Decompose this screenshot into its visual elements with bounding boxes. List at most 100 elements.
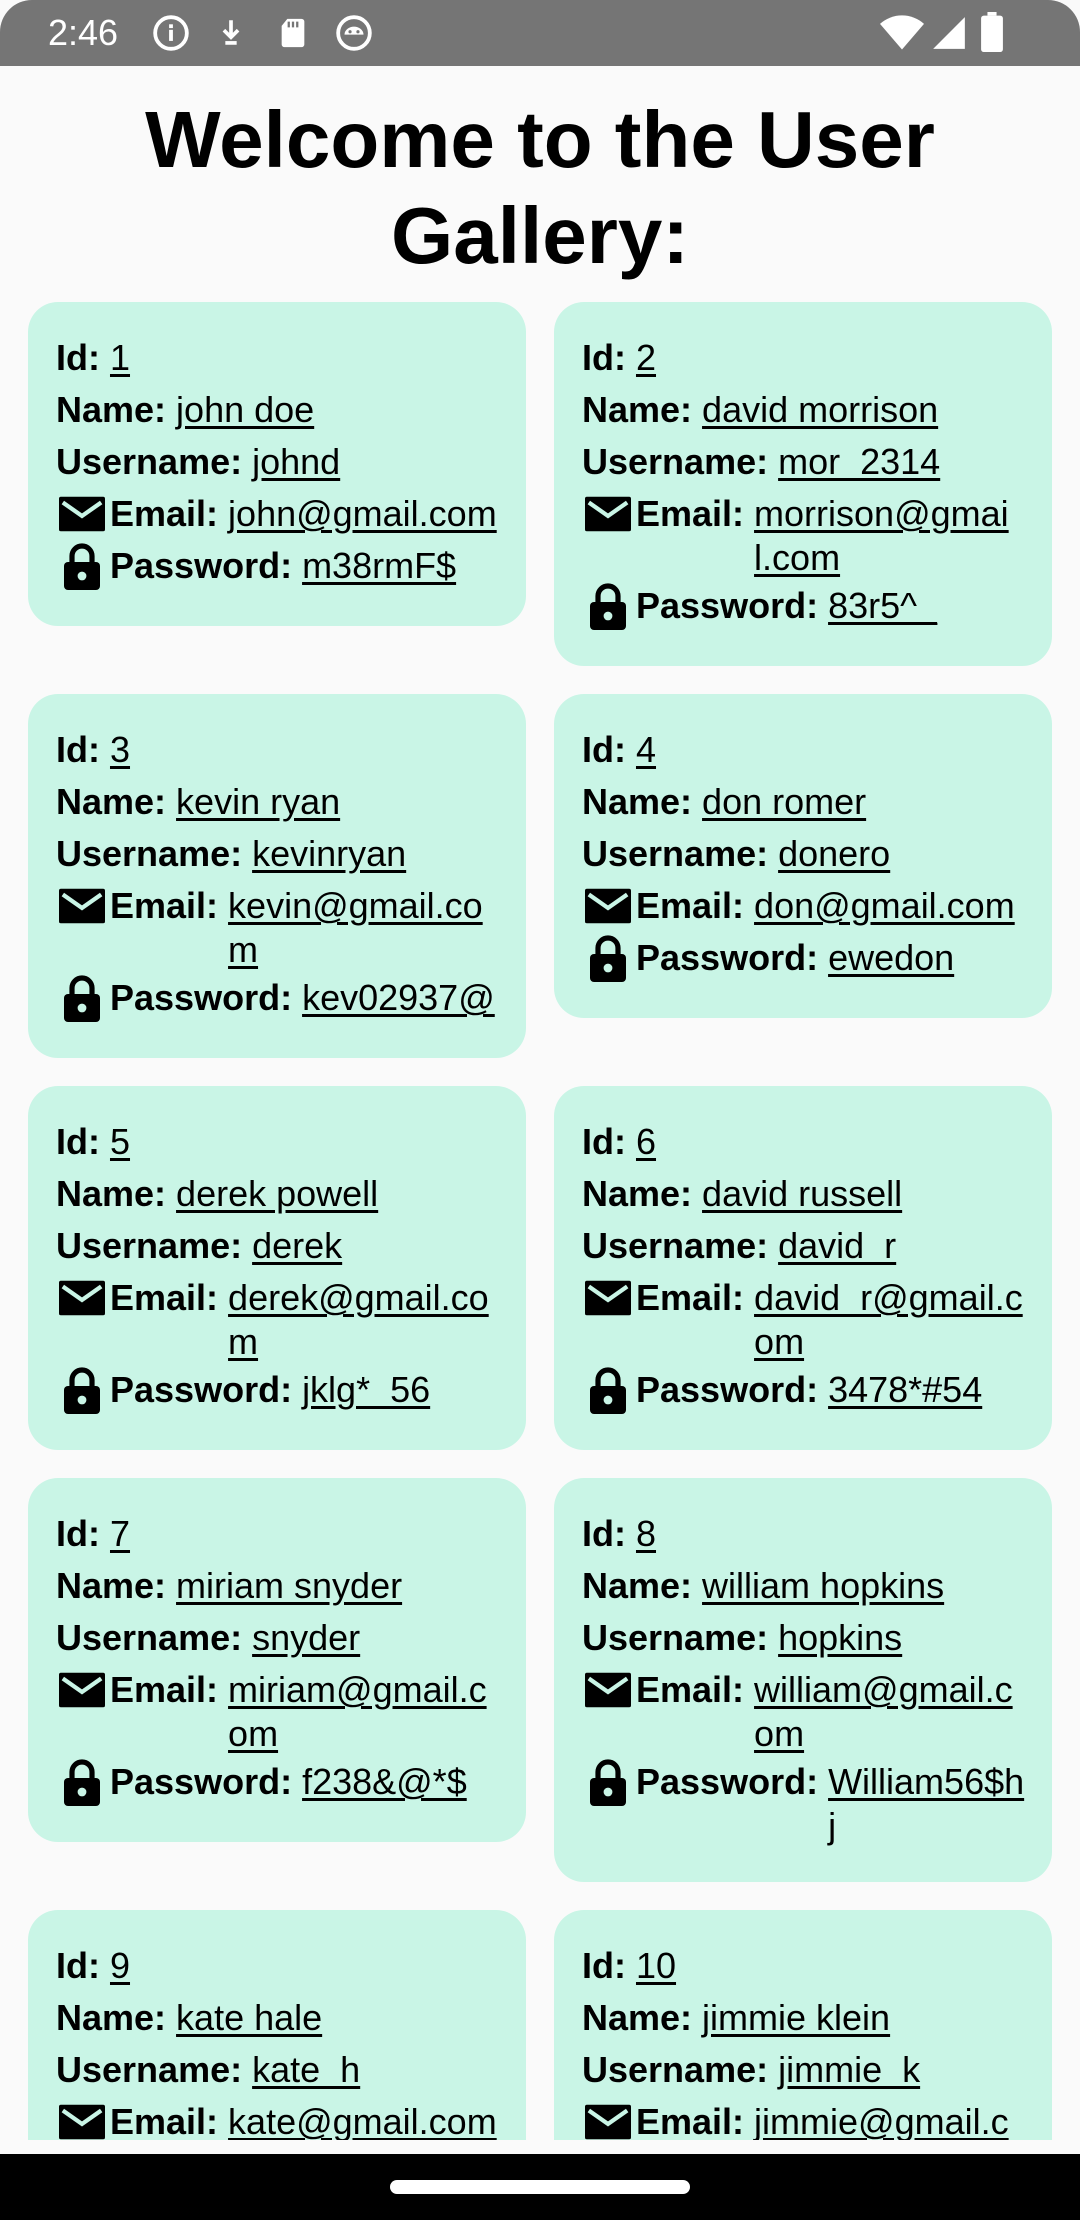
user-name-value[interactable]: david morrison: [702, 384, 938, 436]
user-id-row: Id: 8: [582, 1508, 1026, 1560]
user-password-label: Password:: [636, 937, 819, 978]
user-password-value[interactable]: kev02937@: [302, 972, 495, 1020]
user-id-value[interactable]: 6: [636, 1116, 656, 1168]
lock-icon: [56, 540, 108, 592]
user-username-value[interactable]: derek: [252, 1220, 342, 1272]
user-id-value[interactable]: 10: [636, 1940, 676, 1992]
user-name-value[interactable]: don romer: [702, 776, 866, 828]
user-email-value[interactable]: morrison@gmail.com: [754, 488, 1026, 580]
user-username-value[interactable]: jimmie_k: [778, 2044, 920, 2096]
email-icon: [582, 1664, 634, 1716]
user-name-value[interactable]: john doe: [176, 384, 314, 436]
user-password-value[interactable]: f238&@*$: [302, 1756, 467, 1804]
gallery-screen[interactable]: Welcome to the User Gallery: Id: 1 Name: jo…: [0, 66, 1080, 2140]
user-id-row: Id: 7: [56, 1508, 500, 1560]
user-name-value[interactable]: kevin ryan: [176, 776, 340, 828]
user-email-label: Email:: [636, 493, 745, 534]
user-name-value[interactable]: kate hale: [176, 1992, 322, 2044]
user-email-row: Email: william@gmail.com: [582, 1664, 1026, 1756]
user-email-value[interactable]: miriam@gmail.com: [228, 1664, 500, 1756]
user-password-row: Password: jklg*_56: [56, 1364, 500, 1416]
user-username-value[interactable]: mor_2314: [778, 436, 940, 488]
user-card: Id: 6 Name: david russell Username: david_r Em…: [554, 1086, 1052, 1450]
status-bar: 2:46: [0, 0, 1080, 66]
user-password-row: Password: ewedon: [582, 932, 1026, 984]
user-name-value[interactable]: william hopkins: [702, 1560, 944, 1612]
user-name-value[interactable]: jimmie klein: [702, 1992, 890, 2044]
user-password-value[interactable]: ewedon: [828, 932, 954, 980]
user-username-label: Username:: [582, 1617, 769, 1658]
user-id-value[interactable]: 4: [636, 724, 656, 776]
user-password-value[interactable]: 3478*#54: [828, 1364, 982, 1412]
user-email-value[interactable]: john@gmail.com: [228, 488, 497, 536]
user-username-value[interactable]: kevinryan: [252, 828, 406, 880]
user-password-value[interactable]: m38rmF$: [302, 540, 456, 588]
email-icon: [56, 488, 108, 540]
user-email-value[interactable]: derek@gmail.com: [228, 1272, 500, 1364]
user-username-row: Username: derek: [56, 1220, 500, 1272]
user-username-value[interactable]: snyder: [252, 1612, 360, 1664]
user-name-label: Name:: [56, 1565, 167, 1606]
user-username-value[interactable]: donero: [778, 828, 890, 880]
user-name-value[interactable]: miriam snyder: [176, 1560, 402, 1612]
user-name-label: Name:: [582, 1565, 693, 1606]
user-username-label: Username:: [582, 1225, 769, 1266]
user-email-value[interactable]: kevin@gmail.com: [228, 880, 500, 972]
user-password-value[interactable]: jklg*_56: [302, 1364, 430, 1412]
wifi-icon: [880, 14, 924, 56]
user-id-value[interactable]: 7: [110, 1508, 130, 1560]
user-email-row: Email: don@gmail.com: [582, 880, 1026, 932]
user-card: Id: 8 Name: william hopkins Username: hopkins…: [554, 1478, 1052, 1882]
user-username-value[interactable]: kate_h: [252, 2044, 360, 2096]
user-card: Id: 3 Name: kevin ryan Username: kevinryan Ema…: [28, 694, 526, 1058]
user-name-row: Name: miriam snyder: [56, 1560, 500, 1612]
user-password-value[interactable]: 83r5^_: [828, 580, 937, 628]
user-card: Id: 5 Name: derek powell Username: derek Email…: [28, 1086, 526, 1450]
user-email-value[interactable]: william@gmail.com: [754, 1664, 1026, 1756]
page-title: Welcome to the User Gallery:: [145, 95, 935, 280]
user-email-value[interactable]: don@gmail.com: [754, 880, 1015, 928]
user-password-row: Password: William56$hj: [582, 1756, 1026, 1848]
status-time: 2:46: [48, 12, 119, 53]
user-name-label: Name:: [56, 781, 167, 822]
user-name-label: Name:: [582, 389, 693, 430]
user-password-row: Password: kev02937@: [56, 972, 500, 1024]
user-email-label: Email:: [110, 1277, 219, 1318]
user-username-label: Username:: [56, 1225, 243, 1266]
user-id-label: Id:: [582, 1513, 626, 1554]
user-id-label: Id:: [56, 337, 100, 378]
home-handle[interactable]: [390, 2180, 690, 2194]
user-id-label: Id:: [582, 337, 626, 378]
user-email-label: Email:: [636, 1669, 745, 1710]
user-password-value[interactable]: William56$hj: [828, 1756, 1026, 1848]
user-email-value[interactable]: jimmie@gmail.com: [754, 2096, 1026, 2140]
user-id-value[interactable]: 1: [110, 332, 130, 384]
user-id-value[interactable]: 8: [636, 1508, 656, 1560]
user-email-value[interactable]: david_r@gmail.com: [754, 1272, 1026, 1364]
user-username-value[interactable]: hopkins: [778, 1612, 902, 1664]
user-name-value[interactable]: derek powell: [176, 1168, 378, 1220]
user-id-value[interactable]: 3: [110, 724, 130, 776]
user-email-label: Email:: [636, 1277, 745, 1318]
user-password-row: Password: m38rmF$: [56, 540, 500, 592]
user-username-value[interactable]: johnd: [252, 436, 340, 488]
user-name-label: Name:: [582, 1173, 693, 1214]
user-email-value[interactable]: kate@gmail.com: [228, 2096, 497, 2140]
user-id-value[interactable]: 9: [110, 1940, 130, 1992]
user-username-row: Username: johnd: [56, 436, 500, 488]
email-icon: [56, 1272, 108, 1324]
user-password-label: Password:: [110, 1761, 293, 1802]
user-name-label: Name:: [582, 1997, 693, 2038]
user-card: Id: 2 Name: david morrison Username: mor_2314…: [554, 302, 1052, 666]
user-id-label: Id:: [56, 1513, 100, 1554]
user-name-value[interactable]: david russell: [702, 1168, 902, 1220]
user-id-value[interactable]: 2: [636, 332, 656, 384]
user-username-row: Username: snyder: [56, 1612, 500, 1664]
lock-icon: [56, 1364, 108, 1416]
user-id-value[interactable]: 5: [110, 1116, 130, 1168]
user-password-label: Password:: [636, 1369, 819, 1410]
user-card: Id: 10 Name: jimmie klein Username: jimmie_k E…: [554, 1910, 1052, 2140]
user-card: Id: 7 Name: miriam snyder Username: snyder Ema…: [28, 1478, 526, 1842]
user-email-label: Email:: [110, 2101, 219, 2140]
user-username-value[interactable]: david_r: [778, 1220, 896, 1272]
